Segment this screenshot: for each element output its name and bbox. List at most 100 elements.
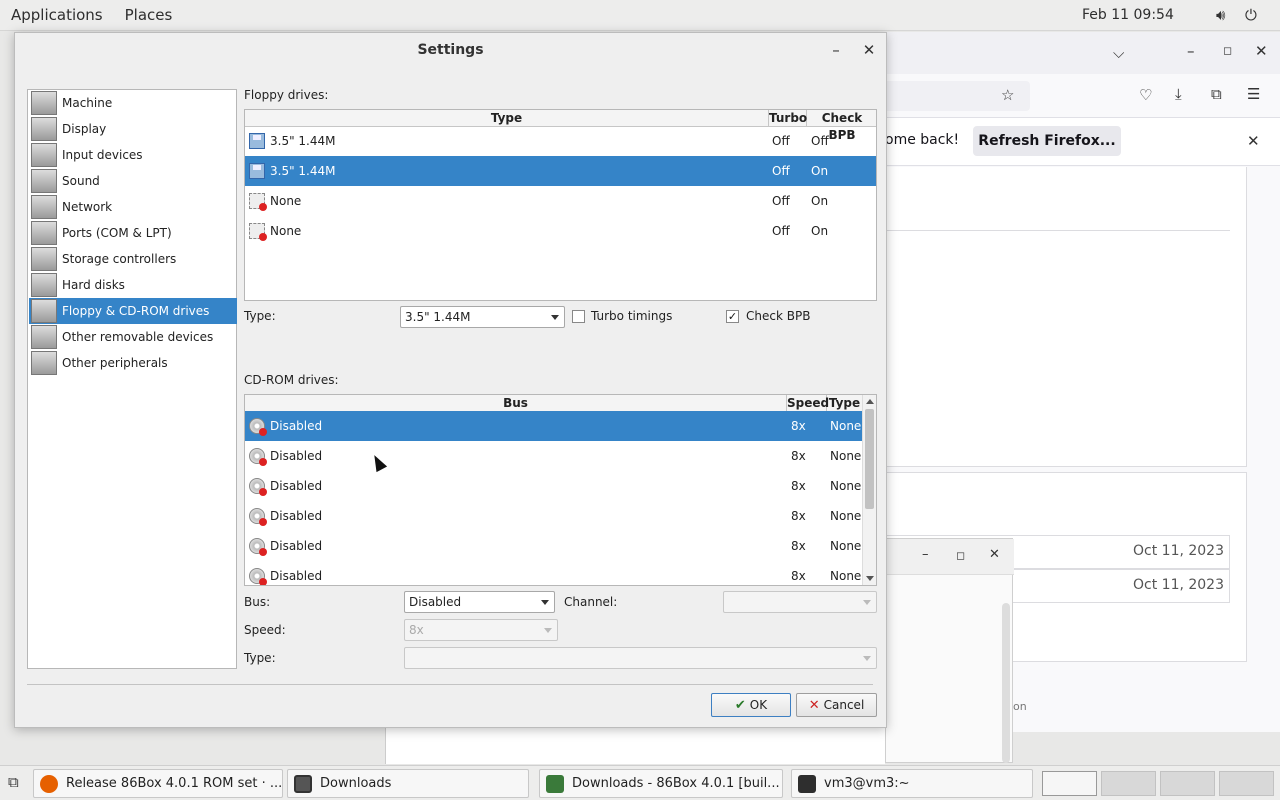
places-menu[interactable]: Places xyxy=(114,6,184,24)
close-icon[interactable]: ✕ xyxy=(989,547,1000,562)
floppy-type-combo[interactable]: 3.5" 1.44M xyxy=(400,306,565,328)
files-icon xyxy=(294,774,312,793)
check-bpb-label: Check BPB xyxy=(746,309,811,323)
peripherals-icon xyxy=(31,351,57,375)
clock[interactable]: Feb 11 09:54 xyxy=(1082,7,1174,23)
ok-icon: ✔ xyxy=(734,697,746,713)
chevron-down-icon xyxy=(541,600,549,605)
category-display[interactable]: Display xyxy=(29,116,237,142)
display-icon xyxy=(31,117,57,141)
top-bar: Applications Places Feb 11 09:54 🔊︎ ⏻ xyxy=(0,0,1280,31)
column-header-turbo[interactable]: Turbo xyxy=(769,110,807,127)
minimize-icon[interactable]: – xyxy=(826,41,846,59)
floppy-type: 3.5" 1.44M xyxy=(270,134,336,148)
workspace-4[interactable] xyxy=(1219,771,1274,796)
category-ports[interactable]: Ports (COM & LPT) xyxy=(29,220,237,246)
turbo-timings-checkbox[interactable] xyxy=(572,310,585,323)
column-header-check-bpb[interactable]: Check BPB xyxy=(807,110,876,142)
menu-icon[interactable]: ☰ xyxy=(1247,85,1260,103)
minimize-icon[interactable]: – xyxy=(1187,42,1195,60)
close-icon[interactable]: ✕ xyxy=(859,41,879,59)
volume-icon[interactable]: 🔊︎ xyxy=(1216,6,1225,24)
cdrom-scrollbar[interactable] xyxy=(862,395,876,585)
notification-text: ome back! xyxy=(885,132,960,148)
task-files[interactable]: Downloads xyxy=(287,769,529,798)
cdrom-icon xyxy=(249,478,267,496)
show-desktop-icon[interactable]: ⧉ xyxy=(8,773,19,791)
power-icon[interactable]: ⏻ xyxy=(1245,6,1257,24)
scrollbar[interactable] xyxy=(1002,603,1010,763)
network-icon xyxy=(31,195,57,219)
hard-disk-icon xyxy=(31,273,57,297)
sound-icon xyxy=(31,169,57,193)
ports-icon xyxy=(31,221,57,245)
applications-menu[interactable]: Applications xyxy=(0,6,114,24)
cdrom-icon xyxy=(249,448,267,466)
bus-label: Bus: xyxy=(244,595,271,609)
refresh-firefox-button[interactable]: Refresh Firefox... xyxy=(973,126,1121,156)
task-label: Release 86Box 4.0.1 ROM set · ... xyxy=(66,776,283,791)
task-label: Downloads - 86Box 4.0.1 [buil... xyxy=(572,776,780,791)
workspace-2[interactable] xyxy=(1101,771,1156,796)
cdrom-row[interactable]: Disabled 8x None xyxy=(245,531,862,561)
cdrom-row[interactable]: Disabled 8x None xyxy=(245,501,862,531)
cdrom-type: None xyxy=(830,419,862,433)
scroll-down-icon[interactable] xyxy=(866,576,874,581)
scrollbar-thumb[interactable] xyxy=(865,409,874,509)
cdrom-row[interactable]: Disabled 8x None xyxy=(245,411,862,441)
column-header-type[interactable]: Type xyxy=(245,110,769,127)
category-floppy-cdrom[interactable]: Floppy & CD-ROM drives xyxy=(29,298,237,324)
cancel-button[interactable]: ✕ Cancel xyxy=(796,693,877,717)
tab-list-icon[interactable]: ⌵ xyxy=(1113,44,1124,62)
minimize-icon[interactable]: – xyxy=(922,547,929,562)
floppy-cdrom-icon xyxy=(31,299,57,323)
speed-combo[interactable]: 8x xyxy=(404,619,558,641)
task-firefox[interactable]: Release 86Box 4.0.1 ROM set · ... xyxy=(33,769,283,798)
cdrom-bus: Disabled xyxy=(270,479,323,493)
category-network[interactable]: Network xyxy=(29,194,237,220)
floppy-row[interactable]: None Off On xyxy=(245,186,876,216)
firefox-icon xyxy=(40,774,58,793)
floppy-row[interactable]: 3.5" 1.44M Off Off xyxy=(245,126,876,156)
category-other-peripherals[interactable]: Other peripherals xyxy=(29,350,237,376)
category-machine[interactable]: Machine xyxy=(29,90,237,116)
ok-button[interactable]: ✔ OK xyxy=(711,693,791,717)
downloads-icon[interactable]: ⤓ xyxy=(1175,85,1182,103)
bookmark-star-icon[interactable]: ☆ xyxy=(1001,86,1014,104)
empty-floppy-icon xyxy=(249,193,267,211)
category-other-removable[interactable]: Other removable devices xyxy=(29,324,237,350)
86box-icon xyxy=(546,774,564,793)
empty-floppy-icon xyxy=(249,223,267,241)
category-storage-controllers[interactable]: Storage controllers xyxy=(29,246,237,272)
column-header-type[interactable]: Type xyxy=(827,395,862,412)
column-header-speed[interactable]: Speed xyxy=(787,395,829,412)
task-86box[interactable]: Downloads - 86Box 4.0.1 [buil... xyxy=(539,769,783,798)
cdrom-type-combo[interactable] xyxy=(404,647,877,669)
pocket-icon[interactable]: ♡ xyxy=(1139,86,1152,104)
cdrom-type: None xyxy=(830,539,862,553)
cdrom-row[interactable]: Disabled 8x None xyxy=(245,441,862,471)
close-notification-icon[interactable]: ✕ xyxy=(1247,132,1260,150)
category-hard-disks[interactable]: Hard disks xyxy=(29,272,237,298)
check-bpb-checkbox[interactable]: ✓ xyxy=(726,310,739,323)
category-input-devices[interactable]: Input devices xyxy=(29,142,237,168)
task-terminal[interactable]: vm3@vm3:~ xyxy=(791,769,1033,798)
category-sound[interactable]: Sound xyxy=(29,168,237,194)
extensions-icon[interactable]: ⧉ xyxy=(1211,85,1222,103)
channel-combo[interactable] xyxy=(723,591,877,613)
close-icon[interactable]: ✕ xyxy=(1255,42,1268,60)
workspace-3[interactable] xyxy=(1160,771,1215,796)
workspace-1[interactable] xyxy=(1042,771,1097,796)
maximize-icon[interactable]: ◻ xyxy=(956,549,965,562)
cdrom-bus: Disabled xyxy=(270,509,323,523)
cdrom-row[interactable]: Disabled 8x None xyxy=(245,471,862,501)
floppy-row[interactable]: None Off On xyxy=(245,216,876,246)
column-header-bus[interactable]: Bus xyxy=(245,395,787,412)
scroll-up-icon[interactable] xyxy=(866,399,874,404)
maximize-icon[interactable]: ◻ xyxy=(1223,44,1232,57)
category-label: Ports (COM & LPT) xyxy=(62,226,172,240)
bus-combo[interactable]: Disabled xyxy=(404,591,555,613)
floppy-row[interactable]: 3.5" 1.44M Off On xyxy=(245,156,876,186)
cdrom-row[interactable]: Disabled 8x None xyxy=(245,561,862,585)
chevron-down-icon xyxy=(863,600,871,605)
